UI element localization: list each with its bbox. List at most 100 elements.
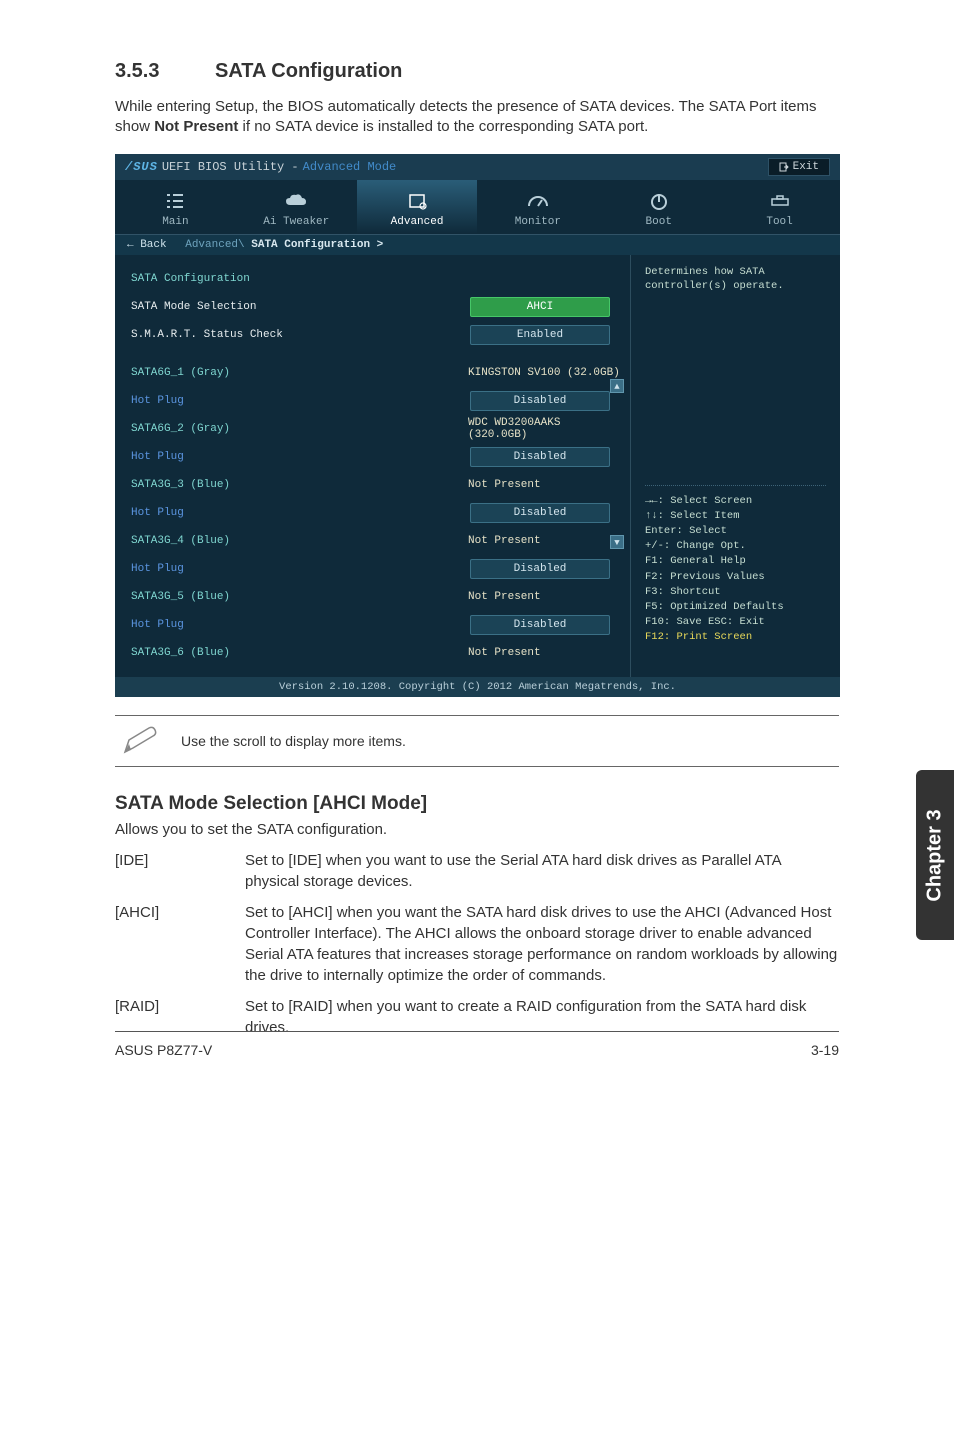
tab-main[interactable]: Main [115,180,236,234]
bios-hint-line: Enter: Select [645,524,826,539]
bios-row[interactable]: SATA3G_5 (Blue)Not Present [131,583,630,611]
option-key: [IDE] [115,850,245,892]
bios-row[interactable]: Hot Plug Disabled [131,499,630,527]
option-row: [IDE]Set to [IDE] when you want to use t… [115,850,839,892]
bios-row-value[interactable]: Enabled [460,325,620,345]
bios-version-footer: Version 2.10.1208. Copyright (C) 2012 Am… [115,677,840,697]
bios-row-label: SATA6G_2 (Gray) [131,423,460,435]
option-description: Set to [IDE] when you want to use the Se… [245,850,839,892]
chip-icon [357,190,478,212]
bios-row-label: Hot Plug [131,563,460,575]
option-row: [AHCI]Set to [AHCI] when you want the SA… [115,902,839,986]
bios-row-label: SATA Mode Selection [131,301,460,313]
bios-value-pill[interactable]: Disabled [470,503,610,523]
bios-hint-line: ↑↓: Select Item [645,509,826,524]
section-title: SATA Configuration [215,60,402,82]
bios-hint-line: F1: General Help [645,554,826,569]
bios-row[interactable]: SATA6G_2 (Gray)WDC WD3200AAKS (320.0GB) [131,415,630,443]
power-icon [598,190,719,212]
back-button[interactable]: ← Back [127,239,167,251]
subsection-heading: SATA Mode Selection [AHCI Mode] [115,793,839,815]
chapter-tab: Chapter 3 [916,770,954,940]
bios-value-pill[interactable]: AHCI [470,297,610,317]
bios-right-panel: Determines how SATA controller(s) operat… [630,255,840,677]
bios-row-value[interactable]: Disabled [460,559,620,579]
bios-value-pill[interactable]: Disabled [470,615,610,635]
bios-value-pill[interactable]: Disabled [470,391,610,411]
scroll-down-icon[interactable]: ▼ [610,535,624,549]
bios-value-pill[interactable]: Enabled [470,325,610,345]
tool-icon [719,190,840,212]
bios-row-value: KINGSTON SV100 (32.0GB) [460,367,620,379]
bios-help-text: Determines how SATA controller(s) operat… [645,265,826,485]
tab-ai-tweaker[interactable]: Ai Tweaker [236,180,357,234]
bios-key-hints: →←: Select Screen↑↓: Select ItemEnter: S… [645,485,826,646]
breadcrumb-path: Advanced\ SATA Configuration > [185,239,383,251]
bios-value-pill[interactable]: Disabled [470,559,610,579]
page-footer: ASUS P8Z77-V 3-19 [115,1042,839,1058]
asus-logo: /SUS [125,160,158,174]
tab-advanced[interactable]: Advanced [357,180,478,234]
bios-hint-line: +/-: Change Opt. [645,539,826,554]
scroll-up-icon[interactable]: ▲ [610,379,624,393]
bios-row-value: Not Present [460,647,620,659]
option-description: Set to [AHCI] when you want the SATA har… [245,902,839,986]
bios-row[interactable]: Hot Plug Disabled [131,387,630,415]
bios-row[interactable]: SATA3G_4 (Blue)Not Present [131,527,630,555]
bios-left-panel: SATA Configuration SATA Mode Selection AH… [115,255,630,677]
bios-hint-line: F3: Shortcut [645,585,826,600]
bios-row-value: Not Present [460,479,620,491]
bios-hint-line: F10: Save ESC: Exit [645,615,826,630]
intro-paragraph: While entering Setup, the BIOS automatic… [115,97,839,138]
bios-row-value: Not Present [460,591,620,603]
bios-tabs: Main Ai Tweaker Advanced Monitor Boot To… [115,180,840,235]
bios-row[interactable]: Hot PlugDisabled [131,443,630,471]
bios-row-label: Hot Plug [131,395,460,407]
section-heading: 3.5.3SATA Configuration [115,60,839,83]
bios-hint-line: F5: Optimized Defaults [645,600,826,615]
bios-value-pill[interactable]: Disabled [470,447,610,467]
pencil-icon [119,724,161,758]
bios-row-label: SATA3G_6 (Blue) [131,647,460,659]
bios-hint-line: →←: Select Screen [645,494,826,509]
exit-button[interactable]: Exit [768,158,830,176]
scroll-track[interactable] [610,393,624,535]
bios-row[interactable]: Hot Plug Disabled [131,555,630,583]
note-box: Use the scroll to display more items. [115,715,839,767]
bios-row-label: Hot Plug [131,507,460,519]
bios-row-label: S.M.A.R.T. Status Check [131,329,460,341]
bios-title: UEFI BIOS Utility - [162,160,299,174]
exit-label: Exit [793,161,819,173]
tab-monitor[interactable]: Monitor [477,180,598,234]
bios-topbar: /SUS UEFI BIOS Utility - Advanced Mode E… [115,154,840,180]
bios-row[interactable]: S.M.A.R.T. Status Check Enabled [131,321,630,349]
bios-row-value[interactable]: Disabled [460,503,620,523]
section-number: 3.5.3 [115,60,215,83]
bios-row-value[interactable]: Disabled [460,391,620,411]
footer-divider [115,1031,839,1032]
bios-row[interactable]: SATA3G_6 (Blue)Not Present [131,639,630,667]
bios-row-value[interactable]: AHCI [460,297,620,317]
bios-row-value[interactable]: Disabled [460,615,620,635]
bios-screenshot: /SUS UEFI BIOS Utility - Advanced Mode E… [115,154,840,697]
cloud-icon [236,190,357,212]
list-icon [115,190,236,212]
gauge-icon [477,190,598,212]
bios-mode: Advanced Mode [303,160,397,174]
bios-hint-line: F12: Print Screen [645,630,826,645]
bios-row-value: WDC WD3200AAKS (320.0GB) [460,417,620,441]
bios-row-label: SATA3G_3 (Blue) [131,479,460,491]
bios-row-label: SATA6G_1 (Gray) [131,367,460,379]
bios-row[interactable]: Hot PlugDisabled [131,611,630,639]
exit-icon [779,162,789,172]
bios-breadcrumb: ← Back Advanced\ SATA Configuration > [115,235,840,255]
bios-row[interactable]: SATA Mode Selection AHCI [131,293,630,321]
bios-scrollbar[interactable]: ▲ ▼ [610,379,624,549]
bios-row-value[interactable]: Disabled [460,447,620,467]
bios-row-value: Not Present [460,535,620,547]
bios-row[interactable]: SATA3G_3 (Blue)Not Present [131,471,630,499]
tab-boot[interactable]: Boot [598,180,719,234]
bios-row[interactable]: SATA6G_1 (Gray)KINGSTON SV100 (32.0GB) [131,359,630,387]
panel-header: SATA Configuration [131,273,620,285]
tab-tool[interactable]: Tool [719,180,840,234]
